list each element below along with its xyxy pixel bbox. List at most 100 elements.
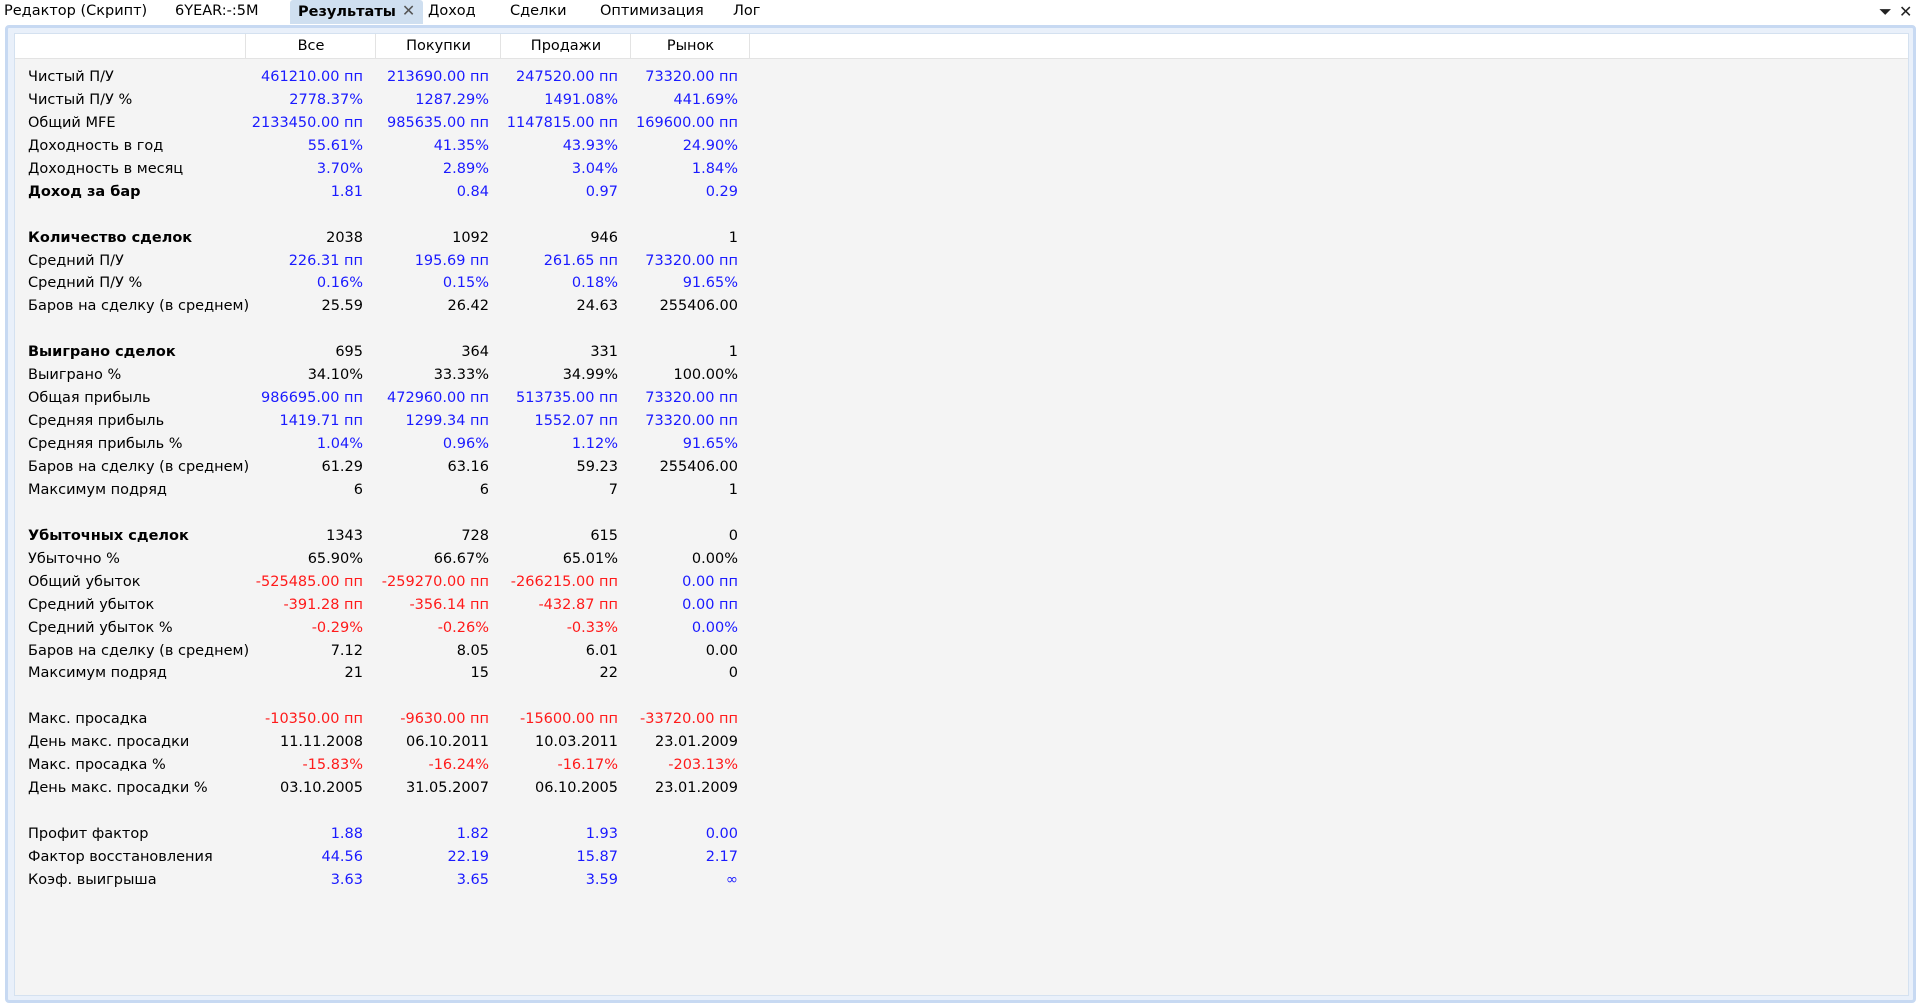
- results-table: Все Покупки Продажи Рынок Чистый П/У 4612…: [14, 33, 1909, 996]
- table-row: Чистый П/У 461210.00 пп 213690.00 пп 247520…: [15, 66, 775, 89]
- column-header-all[interactable]: Все: [245, 34, 376, 58]
- row-label: Баров на сделку (в среднем): [28, 642, 250, 659]
- cell-all: -525485.00 пп: [255, 573, 363, 590]
- row-label: Выиграно %: [28, 367, 122, 384]
- cell-long: 0.96%: [442, 436, 489, 453]
- table-row: Общий MFE 2133450.00 пп 985635.00 пп 114781…: [15, 112, 775, 135]
- cell-all: 1419.71 пп: [279, 413, 363, 430]
- row-label: Профит фактор: [28, 826, 149, 843]
- cell-short: -0.33%: [566, 619, 618, 636]
- row-label: Максимум подряд: [28, 665, 167, 682]
- row-label: День макс. просадки: [28, 734, 190, 751]
- close-tab-icon[interactable]: ✕: [402, 1, 415, 20]
- cell-all: 1.88: [330, 826, 363, 843]
- cell-all: 226.31 пп: [288, 252, 363, 269]
- row-label: Средний П/У: [28, 252, 124, 269]
- cell-all: 986695.00 пп: [261, 390, 363, 407]
- row-label: Количество сделок: [28, 229, 193, 246]
- cell-long: -0.26%: [437, 619, 489, 636]
- tab-bar: Редактор (Скрипт) 6YEAR:-:5M Результаты ✕…: [0, 0, 1920, 25]
- cell-all: 34.10%: [307, 367, 363, 384]
- cell-short: 10.03.2011: [534, 734, 618, 751]
- cell-long: 0.84: [456, 183, 489, 200]
- cell-long: 26.42: [447, 298, 489, 315]
- table-row: Профит фактор 1.88 1.82 1.93 0.00: [15, 823, 775, 846]
- panel-menu-icon[interactable]: ⏷: [1879, 2, 1892, 22]
- cell-short: 24.63: [576, 298, 618, 315]
- row-label: Чистый П/У: [28, 69, 114, 85]
- cell-short: -16.17%: [557, 757, 618, 774]
- column-header-market[interactable]: Рынок: [630, 34, 750, 58]
- cell-market: 0.00: [705, 826, 738, 843]
- close-panel-icon[interactable]: ✕: [1899, 2, 1912, 21]
- row-label: Средний убыток %: [28, 619, 173, 636]
- cell-short: 0.97: [585, 183, 618, 200]
- table-row: Фактор восстановления 44.56 22.19 15.87 2.17: [15, 846, 775, 869]
- tab-optimization[interactable]: Оптимизация: [600, 0, 704, 24]
- cell-short: 15.87: [576, 848, 618, 865]
- cell-market: 73320.00 пп: [645, 413, 738, 430]
- cell-all: 2778.37%: [289, 91, 363, 108]
- row-label: Коэф. выигрыша: [28, 871, 157, 888]
- tab-label: Редактор (Скрипт): [4, 3, 148, 19]
- column-header-short[interactable]: Продажи: [500, 34, 631, 58]
- cell-market: 73320.00 пп: [645, 69, 738, 85]
- cell-all: 6: [353, 481, 363, 498]
- cell-long: 1.82: [456, 826, 489, 843]
- cell-long: 33.33%: [433, 367, 489, 384]
- table-row: Средний П/У 226.31 пп 195.69 пп 261.65 пп 73…: [15, 250, 775, 273]
- row-label: Убыточно %: [28, 550, 120, 567]
- cell-short: 331: [590, 344, 618, 361]
- row-label: Макс. просадка: [28, 711, 148, 728]
- cell-short: 7: [608, 481, 618, 498]
- cell-market: 23.01.2009: [654, 780, 738, 797]
- table-row: Доход за бар 1.81 0.84 0.97 0.29: [15, 181, 775, 204]
- table-row: Выиграно сделок 695 364 331 1: [15, 341, 775, 364]
- cell-market: 73320.00 пп: [645, 390, 738, 407]
- table-row: Убыточных сделок 1343 728 615 0: [15, 525, 775, 548]
- cell-long: 985635.00 пп: [387, 114, 489, 131]
- cell-short: 1.12%: [571, 436, 618, 453]
- tab-log[interactable]: Лог: [733, 0, 760, 24]
- cell-long: 728: [461, 527, 489, 544]
- tab-6year-5m[interactable]: 6YEAR:-:5M: [175, 0, 259, 24]
- cell-short: 06.10.2005: [534, 780, 618, 797]
- cell-short: 1147815.00 пп: [506, 114, 618, 131]
- cell-short: 3.04%: [571, 160, 618, 177]
- cell-long: 472960.00 пп: [387, 390, 489, 407]
- table-row: День макс. просадки % 03.10.2005 31.05.200…: [15, 777, 775, 800]
- cell-all: 0.16%: [316, 275, 363, 292]
- cell-market: 0.00%: [691, 550, 738, 567]
- cell-all: 61.29: [321, 458, 363, 475]
- table-row: Чистый П/У % 2778.37% 1287.29% 1491.08% 441.…: [15, 89, 775, 112]
- table-row: День макс. просадки 11.11.2008 06.10.2011 1…: [15, 731, 775, 754]
- table-row: Баров на сделку (в среднем) 25.59 26.42 24.…: [15, 295, 775, 318]
- row-label: Фактор восстановления: [28, 848, 213, 865]
- cell-market: 73320.00 пп: [645, 252, 738, 269]
- cell-long: 1299.34 пп: [405, 413, 489, 430]
- cell-all: 1.04%: [316, 436, 363, 453]
- cell-market: 100.00%: [673, 367, 738, 384]
- cell-long: 1092: [452, 229, 489, 246]
- row-label: Макс. просадка %: [28, 757, 166, 774]
- cell-short: 6.01: [585, 642, 618, 659]
- table-row: Максимум подряд 6 6 7 1: [15, 479, 775, 502]
- cell-market: 255406.00: [659, 458, 738, 475]
- column-header-long[interactable]: Покупки: [375, 34, 501, 58]
- tab-trades[interactable]: Сделки: [510, 0, 567, 24]
- row-label: Средняя прибыль: [28, 413, 165, 430]
- tab-script-editor[interactable]: Редактор (Скрипт): [4, 0, 147, 24]
- cell-all: -0.29%: [311, 619, 363, 636]
- cell-long: -16.24%: [428, 757, 489, 774]
- row-label: Максимум подряд: [28, 481, 167, 498]
- tab-income[interactable]: Доход: [428, 0, 476, 24]
- cell-all: 695: [335, 344, 363, 361]
- row-label: Средний П/У %: [28, 275, 143, 292]
- table-row: Средний П/У % 0.16% 0.15% 0.18% 91.65%: [15, 272, 775, 295]
- cell-long: 195.69 пп: [414, 252, 489, 269]
- tab-results[interactable]: Результаты ✕: [290, 0, 424, 24]
- table-row: Средняя прибыль % 1.04% 0.96% 1.12% 91.65%: [15, 433, 775, 456]
- table-row: Баров на сделку (в среднем) 7.12 8.05 6.01 0…: [15, 640, 775, 663]
- column-divider: [749, 34, 751, 58]
- cell-all: -391.28 пп: [283, 596, 363, 613]
